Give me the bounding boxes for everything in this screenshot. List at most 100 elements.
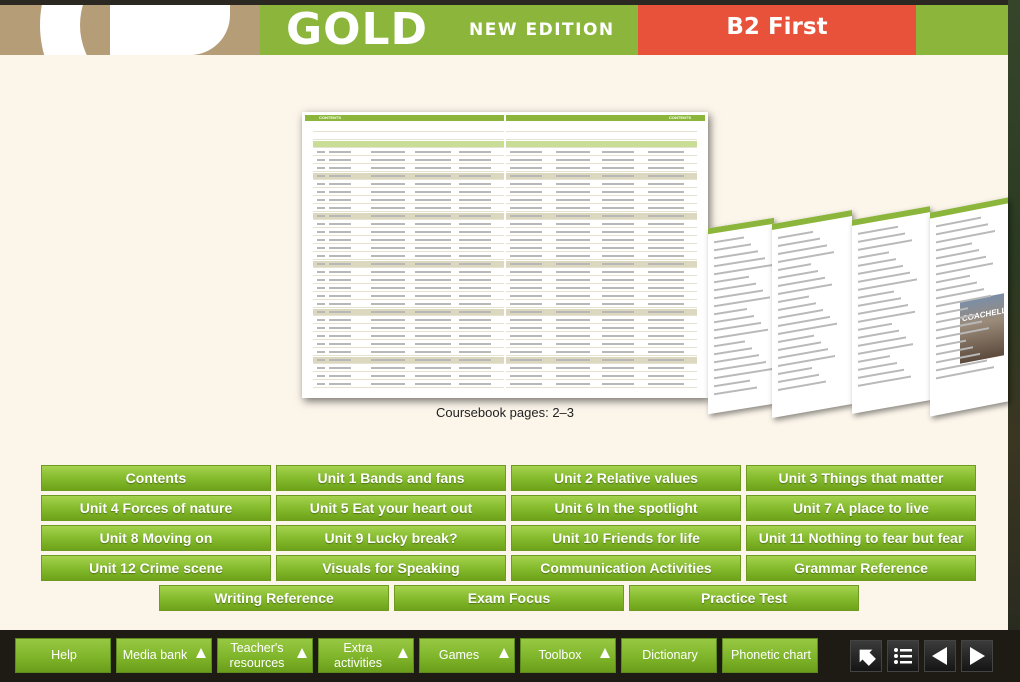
text-line: [714, 347, 752, 356]
toolbox-button[interactable]: Toolbox: [520, 638, 616, 673]
table-cell: [371, 359, 405, 361]
table-cell: [648, 343, 684, 345]
table-cell: [602, 359, 634, 361]
table-row: [313, 261, 504, 268]
help-button[interactable]: Help: [15, 638, 111, 673]
page-header: CONTENTS: [305, 115, 504, 121]
table-cell: [602, 247, 634, 249]
phonetic-chart-button[interactable]: Phonetic chart: [722, 638, 818, 673]
unit-button-label: Unit 8 Moving on: [99, 530, 213, 546]
bottom-toolbar: Help Media bank Teacher's resources Extr…: [0, 630, 1020, 682]
table-cell: [648, 295, 684, 297]
table-cell: [329, 319, 351, 321]
table-cell: [510, 319, 542, 321]
table-cell: [648, 303, 684, 305]
communication-activities-button[interactable]: Communication Activities: [511, 555, 741, 581]
unit-button-8[interactable]: Unit 8 Moving on: [41, 525, 271, 551]
fanned-page[interactable]: COACHELLA: [930, 197, 1008, 417]
table-cell: [459, 247, 491, 249]
text-line: [714, 354, 759, 364]
unit-button-6[interactable]: Unit 6 In the spotlight: [511, 495, 741, 521]
table-row: [313, 309, 504, 316]
visuals-for-speaking-button[interactable]: Visuals for Speaking: [276, 555, 506, 581]
text-line: [714, 250, 758, 260]
table-row: [506, 253, 697, 260]
text-line: [714, 236, 744, 244]
unit-button-12[interactable]: Unit 12 Crime scene: [41, 555, 271, 581]
unit-button-label: Unit 9 Lucky break?: [324, 530, 458, 546]
table-cell: [371, 191, 405, 193]
table-row: [506, 157, 697, 164]
dictionary-button[interactable]: Dictionary: [621, 638, 717, 673]
unit-button-9[interactable]: Unit 9 Lucky break?: [276, 525, 506, 551]
home-icon[interactable]: [850, 640, 882, 672]
teachers-resources-button[interactable]: Teacher's resources: [217, 638, 313, 673]
unit-button-3[interactable]: Unit 3 Things that matter: [746, 465, 976, 491]
table-row: [506, 317, 697, 324]
unit-button-label: Unit 5 Eat your heart out: [309, 500, 473, 516]
table-cell: [556, 311, 590, 313]
table-cell: [602, 319, 634, 321]
table-cell: [371, 287, 405, 289]
toolbox-label: Toolbox: [538, 648, 582, 662]
table-cell: [556, 279, 590, 281]
table-cell: [371, 279, 405, 281]
table-row: [313, 293, 504, 300]
table-cell: [371, 175, 405, 177]
table-cell: [317, 215, 325, 217]
text-line: [778, 334, 814, 343]
unit-button-5[interactable]: Unit 5 Eat your heart out: [276, 495, 506, 521]
table-row: [313, 341, 504, 348]
table-cell: [317, 359, 325, 361]
table-cell: [510, 303, 542, 305]
exam-focus-button[interactable]: Exam Focus: [394, 585, 624, 611]
table-cell: [371, 303, 405, 305]
table-cell: [329, 383, 351, 385]
fanned-page[interactable]: [852, 206, 930, 414]
unit-button-contents[interactable]: Contents: [41, 465, 271, 491]
unit-button-10[interactable]: Unit 10 Friends for life: [511, 525, 741, 551]
extra-activities-button[interactable]: Extra activities: [318, 638, 414, 673]
next-icon[interactable]: [961, 640, 993, 672]
table-row: [506, 277, 697, 284]
table-row: [313, 285, 504, 292]
table-cell: [317, 151, 325, 153]
unit-button-7[interactable]: Unit 7 A place to live: [746, 495, 976, 521]
list-icon[interactable]: [887, 640, 919, 672]
fanned-page[interactable]: [772, 209, 852, 419]
table-cell: [510, 335, 542, 337]
games-button[interactable]: Games: [419, 638, 515, 673]
contents-page-right: CONTENTS: [506, 115, 705, 395]
table-cell: [329, 247, 351, 249]
table-cell: [602, 263, 634, 265]
unit-button-label: Communication Activities: [540, 560, 712, 576]
practice-test-button[interactable]: Practice Test: [629, 585, 859, 611]
fanned-page[interactable]: [708, 217, 774, 415]
media-bank-button[interactable]: Media bank: [116, 638, 212, 673]
unit-button-label: Unit 4 Forces of nature: [79, 500, 233, 516]
text-line: [936, 242, 972, 252]
unit-button-11[interactable]: Unit 11 Nothing to fear but fear: [746, 525, 976, 551]
table-cell: [415, 287, 451, 289]
table-cell: [317, 207, 325, 209]
coursebook-spread[interactable]: CONTENTS CONTENTS: [302, 112, 708, 398]
table-cell: [317, 383, 325, 385]
table-cell: [415, 159, 451, 161]
unit-button-2[interactable]: Unit 2 Relative values: [511, 465, 741, 491]
table-cell: [415, 215, 451, 217]
table-row: [506, 213, 697, 220]
writing-reference-button[interactable]: Writing Reference: [159, 585, 389, 611]
grammar-reference-button[interactable]: Grammar Reference: [746, 555, 976, 581]
table-cell: [648, 335, 684, 337]
previous-icon[interactable]: [924, 640, 956, 672]
table-cell: [510, 223, 542, 225]
unit-button-1[interactable]: Unit 1 Bands and fans: [276, 465, 506, 491]
unit-button-4[interactable]: Unit 4 Forces of nature: [41, 495, 271, 521]
label-line: Teacher's: [230, 640, 284, 655]
text-line: [714, 386, 757, 396]
media-bank-label: Media bank: [122, 648, 188, 662]
table-cell: [510, 367, 542, 369]
text-line: [778, 373, 819, 383]
table-cell: [317, 255, 325, 257]
table-row: [313, 197, 504, 204]
